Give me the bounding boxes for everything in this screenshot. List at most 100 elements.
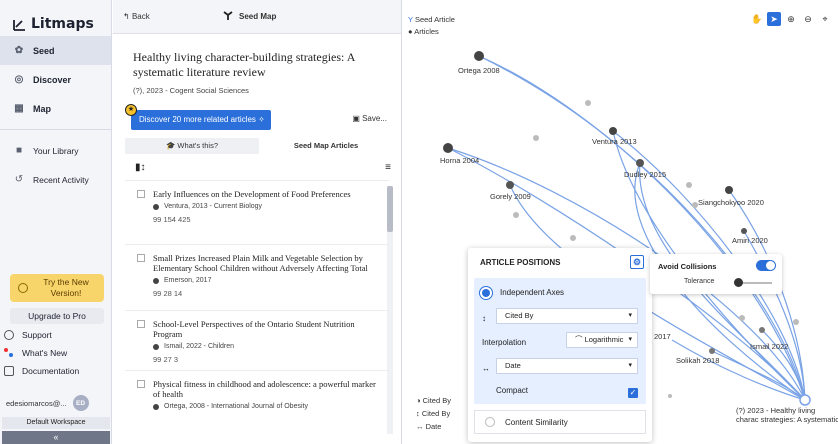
- history-icon: ↺: [14, 174, 24, 185]
- y-axis-row: ↕: [482, 314, 486, 323]
- logo-text: Litmaps: [31, 16, 94, 32]
- node-article[interactable]: [793, 319, 799, 325]
- node-article[interactable]: [533, 135, 539, 141]
- seed-article-title[interactable]: Healthy living character-building strate…: [113, 34, 401, 80]
- pointer-icon[interactable]: ➤: [767, 12, 781, 26]
- article-checkbox[interactable]: [137, 380, 145, 388]
- list-item[interactable]: School-Level Perspectives of the Ontario…: [125, 310, 389, 370]
- node-seed-article[interactable]: [799, 394, 811, 406]
- slider-handle[interactable]: [734, 278, 743, 287]
- option-label: Content Similarity: [505, 417, 568, 427]
- list-item[interactable]: Small Prizes Increased Plain Milk and Ve…: [125, 244, 389, 310]
- node-article[interactable]: [570, 235, 576, 241]
- select-value: Date: [505, 361, 521, 370]
- quote-icon: 99: [153, 289, 164, 298]
- x-axis-select[interactable]: Date ▾: [496, 358, 638, 374]
- list-menu-icon[interactable]: ≡: [385, 162, 391, 173]
- article-title: Physical fitness in childhood and adoles…: [153, 379, 376, 399]
- whats-new-label: What's New: [22, 348, 68, 358]
- article-meta: Ortega, 2008 - International Journal of …: [164, 403, 308, 410]
- documentation-label: Documentation: [22, 366, 80, 376]
- chevron-down-icon: ▾: [628, 362, 632, 369]
- user-email: edesiomarcos@...: [6, 398, 67, 408]
- node-siangchokyoo-2020[interactable]: [725, 186, 733, 194]
- whats-new-link[interactable]: What's New: [4, 348, 67, 358]
- sparkle-icon: ✧: [258, 115, 265, 124]
- node-article[interactable]: [513, 212, 519, 218]
- article-stats: 27 3: [163, 355, 179, 364]
- zoom-out-icon[interactable]: ⊖: [801, 12, 815, 26]
- collapse-sidebar-button[interactable]: «: [2, 431, 110, 444]
- discover-row: Discover 20 more related articles ✧ ★ ▣ …: [125, 104, 387, 130]
- sidebar-item-library[interactable]: ■ Your Library: [0, 136, 111, 165]
- node-article[interactable]: [585, 100, 591, 106]
- radio-selected-icon[interactable]: [482, 288, 490, 297]
- avatar[interactable]: ED: [72, 395, 89, 411]
- zoom-in-icon[interactable]: ⊕: [784, 12, 798, 26]
- support-link[interactable]: Support: [4, 330, 52, 340]
- back-arrow-icon: ↰: [123, 12, 130, 21]
- gear-icon[interactable]: ⚙: [630, 255, 644, 269]
- node-label: Ortega 2008: [458, 66, 500, 75]
- save-button[interactable]: ▣ Save...: [352, 114, 387, 123]
- list-item[interactable]: Physical fitness in childhood and adoles…: [125, 370, 389, 418]
- article-checkbox[interactable]: [137, 254, 145, 262]
- sidebar-item-map[interactable]: ▦ Map: [0, 94, 111, 123]
- logo[interactable]: Litmaps: [0, 0, 111, 36]
- article-stats: 154 425: [163, 215, 191, 224]
- article-checkbox[interactable]: [137, 190, 145, 198]
- y-axis-select[interactable]: Cited By ▾: [496, 308, 638, 324]
- user-menu[interactable]: edesiomarcos@... ED: [0, 394, 112, 412]
- independent-axes-panel: Independent Axes ↕ Cited By ▾ Interpolat…: [474, 278, 646, 404]
- save-label: Save...: [362, 114, 387, 123]
- discover-related-button[interactable]: Discover 20 more related articles ✧: [131, 110, 271, 130]
- seed-article-meta: (?), 2023 - Cogent Social Sciences: [133, 86, 249, 95]
- list-toolbar: ▮↕ ≡: [135, 162, 397, 176]
- node-article[interactable]: [668, 394, 672, 398]
- node-amiri-2020[interactable]: [741, 228, 747, 234]
- star-icon: ★: [125, 104, 137, 116]
- save-icon: ▣: [352, 114, 363, 123]
- compact-checkbox[interactable]: ✓: [628, 388, 638, 398]
- node-label: Horna 2004: [440, 156, 480, 165]
- documentation-link[interactable]: Documentation: [4, 366, 79, 376]
- node-article[interactable]: [739, 315, 745, 321]
- vertical-arrow-icon: ↕: [482, 314, 486, 323]
- upgrade-button[interactable]: Upgrade to Pro: [10, 308, 104, 324]
- workspace-selector[interactable]: Default Workspace: [2, 417, 110, 429]
- panel-tabs: 🎓 What's this? Seed Map Articles: [125, 138, 393, 154]
- pan-hand-icon[interactable]: ✋: [750, 12, 764, 26]
- back-button[interactable]: ↰ Back: [113, 12, 223, 21]
- try-new-version-button[interactable]: Try the New Version!: [10, 274, 104, 302]
- node-article[interactable]: [686, 182, 692, 188]
- node-solikah-2018[interactable]: [709, 348, 715, 354]
- list-item[interactable]: Early Influences on the Development of F…: [125, 180, 389, 244]
- interpolation-label: Interpolation: [482, 338, 526, 347]
- tab-whats-this[interactable]: 🎓 What's this?: [125, 138, 259, 154]
- node-horna-2004[interactable]: [443, 143, 453, 153]
- node-ortega-2008[interactable]: [474, 51, 484, 61]
- interpolation-select[interactable]: ⌒ Logarithmic ▾: [566, 332, 638, 348]
- node-gorely-2009[interactable]: [506, 181, 514, 189]
- sort-icon[interactable]: ▮↕: [135, 162, 146, 173]
- sidebar: Litmaps ✿ Seed ◎ Discover ▦ Map ■ Your L…: [0, 0, 112, 444]
- tab-seed-map-articles[interactable]: Seed Map Articles: [259, 138, 393, 154]
- compact-label: Compact: [496, 386, 529, 395]
- node-label: Gorely 2009: [490, 192, 531, 201]
- independent-axes-option[interactable]: Independent Axes: [482, 288, 564, 297]
- sidebar-item-label: Seed: [33, 45, 55, 56]
- node-dudley-2015[interactable]: [636, 159, 644, 167]
- article-checkbox[interactable]: [137, 320, 145, 328]
- legend-articles-label: Articles: [414, 27, 439, 36]
- avoid-collisions-toggle[interactable]: [756, 260, 776, 271]
- node-ismail-2022[interactable]: [759, 327, 765, 333]
- fit-view-icon[interactable]: ⌖: [818, 12, 832, 26]
- sidebar-item-seed[interactable]: ✿ Seed: [0, 36, 111, 65]
- sidebar-item-discover[interactable]: ◎ Discover: [0, 65, 111, 94]
- content-similarity-option[interactable]: Content Similarity: [474, 410, 646, 434]
- info-icon: [18, 283, 28, 293]
- node-ventura-2013[interactable]: [609, 127, 617, 135]
- sidebar-item-recent-activity[interactable]: ↺ Recent Activity: [0, 165, 111, 194]
- tolerance-slider[interactable]: [734, 278, 772, 287]
- radio-unselected-icon[interactable]: [485, 417, 495, 427]
